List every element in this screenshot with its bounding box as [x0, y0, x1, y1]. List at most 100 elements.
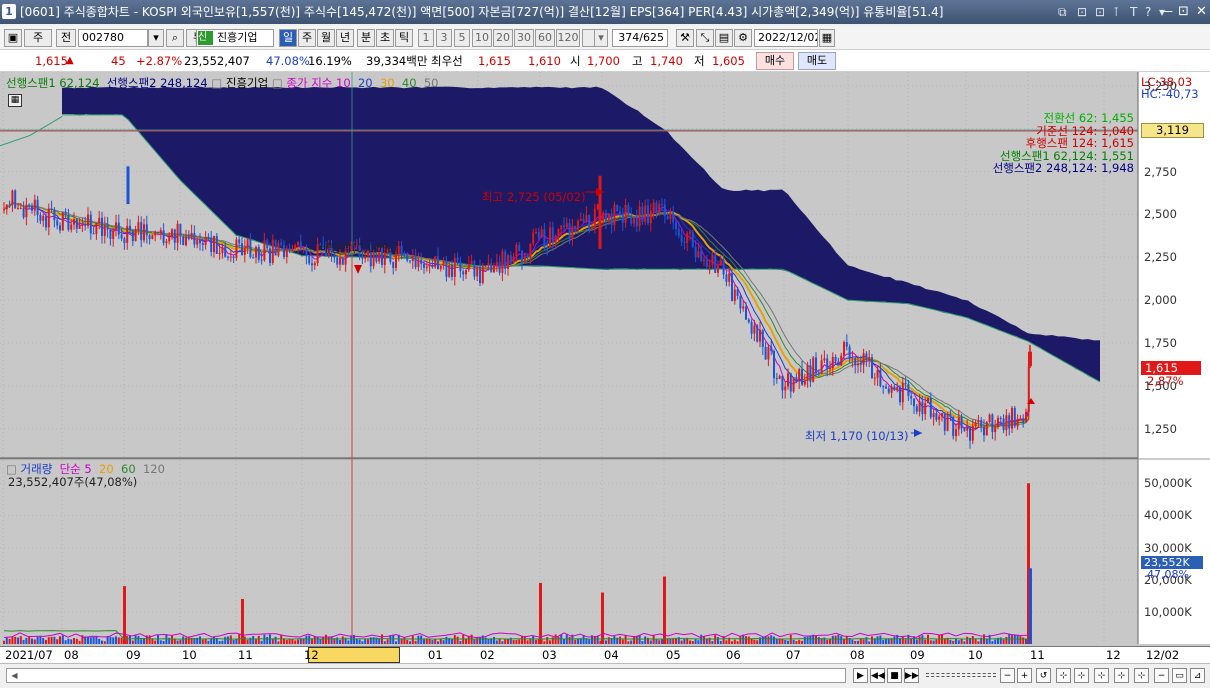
chart-menu-icon[interactable]: ▣: [4, 29, 22, 47]
volume-bar: [92, 636, 95, 644]
tool-d-icon[interactable]: ⊹: [1114, 668, 1129, 683]
period-minute[interactable]: 분: [357, 29, 375, 47]
horizontal-scrollbar[interactable]: ◀: [6, 668, 846, 683]
minimize-button[interactable]: —: [1160, 0, 1173, 24]
link-icon[interactable]: ⧉: [1058, 0, 1067, 24]
help-icon[interactable]: ?: [1145, 0, 1151, 24]
grid-toggle-icon[interactable]: ▦: [8, 94, 22, 107]
buy-button[interactable]: 매수: [756, 52, 794, 70]
interval-120[interactable]: 120: [556, 29, 580, 47]
interval-3[interactable]: 3: [436, 29, 452, 47]
scroll-range-selector[interactable]: [308, 647, 400, 663]
tool-h-icon[interactable]: ⊿: [1190, 668, 1205, 683]
text-icon[interactable]: T: [1130, 0, 1137, 24]
pin-icon[interactable]: ⊺: [1113, 0, 1119, 24]
candle-body: [675, 222, 677, 230]
candle-body: [885, 386, 887, 389]
speed-slider[interactable]: [926, 673, 996, 677]
scroll-left-icon[interactable]: ◀: [8, 670, 21, 681]
chart-area[interactable]: 선행스팬1 62,124 선행스팬2 248,124 □ 진흥기업 □ 종가 지…: [0, 72, 1210, 646]
candle-body: [669, 211, 672, 219]
tool-g-icon[interactable]: ▭: [1172, 668, 1187, 683]
maximize-button[interactable]: ⊡: [1178, 0, 1189, 24]
candle-body: [705, 259, 708, 267]
interval-1[interactable]: 1: [418, 29, 434, 47]
stop-icon[interactable]: ■: [887, 668, 902, 683]
volume-bar: [115, 636, 117, 644]
tool-b-icon[interactable]: ⊹: [1074, 668, 1089, 683]
drawing-tools-icon[interactable]: ⚒: [676, 29, 694, 47]
volume-bar: [739, 636, 742, 644]
candle-body: [840, 355, 843, 366]
candle-body: [414, 255, 417, 268]
count-field[interactable]: 374/625: [612, 29, 668, 47]
stock-name-field[interactable]: 신 진흥기업: [196, 29, 274, 47]
volume-spike: [539, 582, 542, 644]
candle-body: [235, 239, 238, 258]
window-title: [0601] 주식종합차트 - KOSPI 외국인보유[1,557(천)] 주식…: [20, 5, 944, 19]
zoom-in-icon[interactable]: +: [1017, 668, 1032, 683]
period-tick[interactable]: 틱: [395, 29, 413, 47]
interval-5[interactable]: 5: [454, 29, 470, 47]
close-button[interactable]: ✕: [1196, 0, 1207, 24]
volume-bar: [157, 635, 159, 644]
settings-icon[interactable]: ⚙: [734, 29, 752, 47]
volume-bar: [171, 635, 173, 644]
interval-60[interactable]: 60: [535, 29, 555, 47]
zoom-out-icon[interactable]: −: [1000, 668, 1015, 683]
volume-bar: [19, 636, 22, 644]
tool-e-icon[interactable]: ⊹: [1134, 668, 1149, 683]
layout-icon[interactable]: ⊡: [1095, 0, 1105, 24]
calendar-icon[interactable]: ▦: [819, 29, 835, 47]
volume-bar: [831, 635, 834, 644]
period-month[interactable]: 월: [317, 29, 335, 47]
candle-body: [509, 255, 512, 262]
crosshair-icon[interactable]: ⤡: [696, 29, 714, 47]
candle-body: [257, 247, 260, 260]
volume-bar: [392, 634, 395, 644]
period-year[interactable]: 년: [336, 29, 354, 47]
volume-bar: [971, 636, 974, 644]
candle-body: [753, 325, 756, 334]
candle-body: [129, 226, 131, 231]
prev-button[interactable]: 전: [56, 29, 76, 47]
volume-bar: [87, 636, 89, 644]
sell-button[interactable]: 매도: [798, 52, 836, 70]
candle-body: [445, 260, 448, 277]
reset-icon[interactable]: ↺: [1036, 668, 1051, 683]
open-price: 1,700: [587, 54, 620, 68]
tool-f-icon[interactable]: −: [1154, 668, 1169, 683]
interval-30[interactable]: 30: [514, 29, 534, 47]
period-second[interactable]: 초: [376, 29, 394, 47]
window-number-badge: 1: [2, 4, 16, 19]
search-icon[interactable]: ⌕: [166, 29, 184, 47]
candle-body: [201, 243, 204, 245]
volume-bar: [59, 636, 61, 644]
code-dropdown-icon[interactable]: ▾: [148, 29, 164, 47]
interval-dropdown-icon[interactable]: ▾: [594, 29, 608, 47]
candle-body: [901, 382, 904, 403]
rewind-icon[interactable]: ◀◀: [870, 668, 885, 683]
candle-body: [47, 208, 50, 228]
candle-body: [602, 212, 605, 222]
x-axis-label: 08: [850, 648, 865, 662]
fast-forward-icon[interactable]: ▶▶: [904, 668, 919, 683]
save-icon[interactable]: ▤: [715, 29, 733, 47]
stock-code-input[interactable]: 002780: [78, 29, 148, 47]
tool-a-icon[interactable]: ⊹: [1056, 668, 1071, 683]
low-price: 1,605: [712, 54, 745, 68]
scroll-right-icon[interactable]: ▶: [853, 668, 868, 683]
interval-20[interactable]: 20: [493, 29, 513, 47]
candle-body: [274, 239, 277, 256]
date-input[interactable]: 2022/12/02: [754, 29, 818, 47]
tool-c-icon[interactable]: ⊹: [1094, 668, 1109, 683]
volume-bar: [568, 636, 571, 644]
period-day[interactable]: 일: [279, 29, 297, 47]
candle-body: [521, 250, 523, 263]
interval-10[interactable]: 10: [472, 29, 492, 47]
mode-select[interactable]: 주: [24, 29, 52, 47]
candle-body: [173, 229, 176, 243]
candle-body: [526, 255, 529, 258]
copy-icon[interactable]: ⊡: [1077, 0, 1087, 24]
period-week[interactable]: 주: [298, 29, 316, 47]
